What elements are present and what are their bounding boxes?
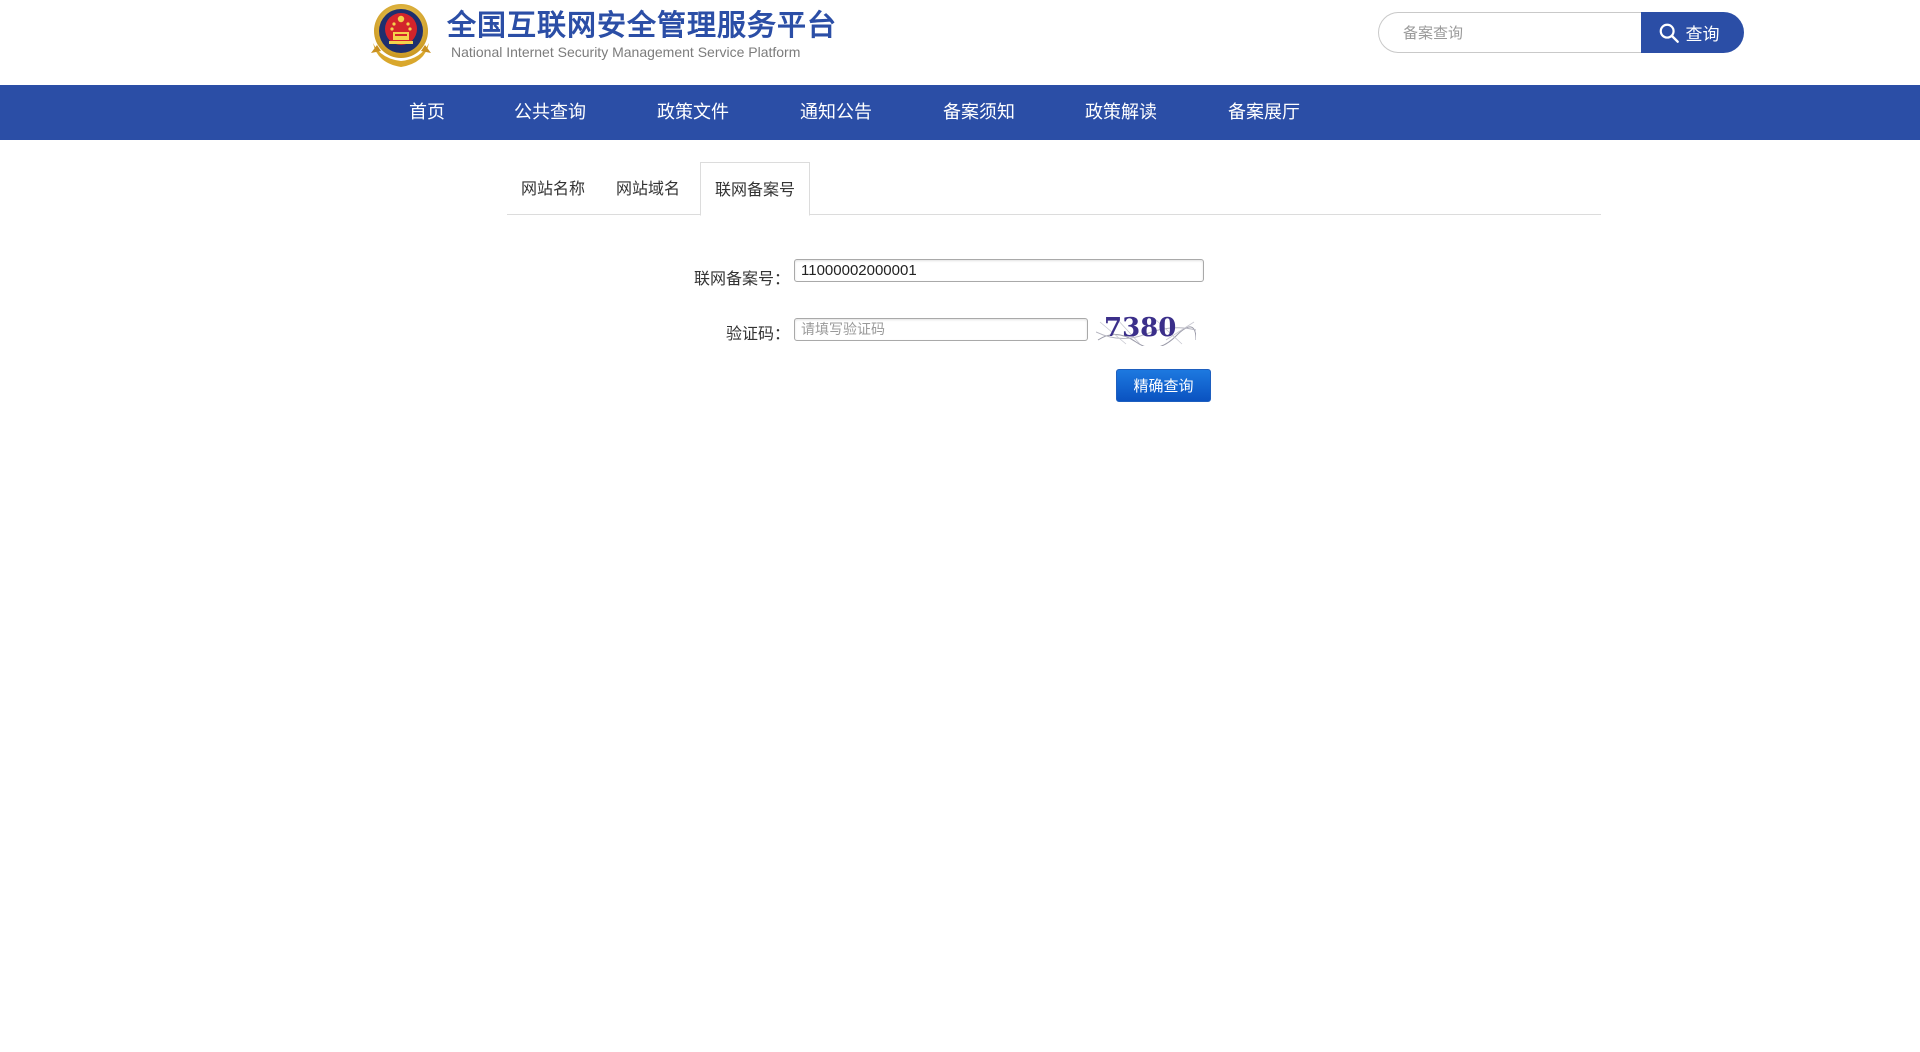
tab-website-name[interactable]: 网站名称 (507, 162, 599, 215)
nav-item-public-query[interactable]: 公共查询 (514, 85, 586, 140)
brand-text: 全国互联网安全管理服务平台 National Internet Security… (447, 8, 837, 62)
captcha-label: 验证码： (725, 324, 790, 343)
tab-website-domain[interactable]: 网站域名 (602, 162, 694, 215)
site-header: 全国互联网安全管理服务平台 National Internet Security… (0, 0, 1920, 85)
query-tabs: 网站名称 网站域名 联网备案号 (507, 162, 1601, 216)
site-subtitle: National Internet Security Management Se… (451, 44, 801, 60)
search-button-label: 查询 (1685, 25, 1720, 45)
nav-item-filing-showcase[interactable]: 备案展厅 (1228, 85, 1300, 140)
search-button[interactable]: 查询 (1641, 12, 1744, 53)
nav-item-notices[interactable]: 通知公告 (800, 85, 872, 140)
captcha-image[interactable]: 7380 (1096, 310, 1196, 346)
captcha-noise-icon: 7380 (1096, 310, 1196, 346)
captcha-digit-1: 7380 (1104, 313, 1176, 343)
header-search: 查询 (1378, 12, 1744, 53)
site-title: 全国互联网安全管理服务平台 (447, 8, 838, 42)
police-emblem-icon (371, 4, 431, 67)
tab-record-number[interactable]: 联网备案号 (700, 162, 810, 216)
main-nav: 首页 公共查询 政策文件 通知公告 备案须知 政策解读 备案展厅 (0, 85, 1920, 140)
search-input[interactable] (1378, 12, 1641, 53)
captcha-input[interactable] (794, 318, 1088, 341)
search-icon (1659, 23, 1679, 43)
nav-item-filing-guide[interactable]: 备案须知 (943, 85, 1015, 140)
nav-item-policy-interpretation[interactable]: 政策解读 (1085, 85, 1157, 140)
record-number-label: 联网备案号： (693, 269, 790, 288)
nav-item-home[interactable]: 首页 (409, 85, 445, 140)
site-logo[interactable]: 全国互联网安全管理服务平台 National Internet Security… (367, 0, 837, 70)
captcha-text: 7380 (1104, 313, 1176, 343)
exact-query-button[interactable]: 精确查询 (1116, 369, 1211, 402)
nav-item-policy-documents[interactable]: 政策文件 (657, 85, 729, 140)
record-number-input[interactable] (794, 259, 1204, 282)
